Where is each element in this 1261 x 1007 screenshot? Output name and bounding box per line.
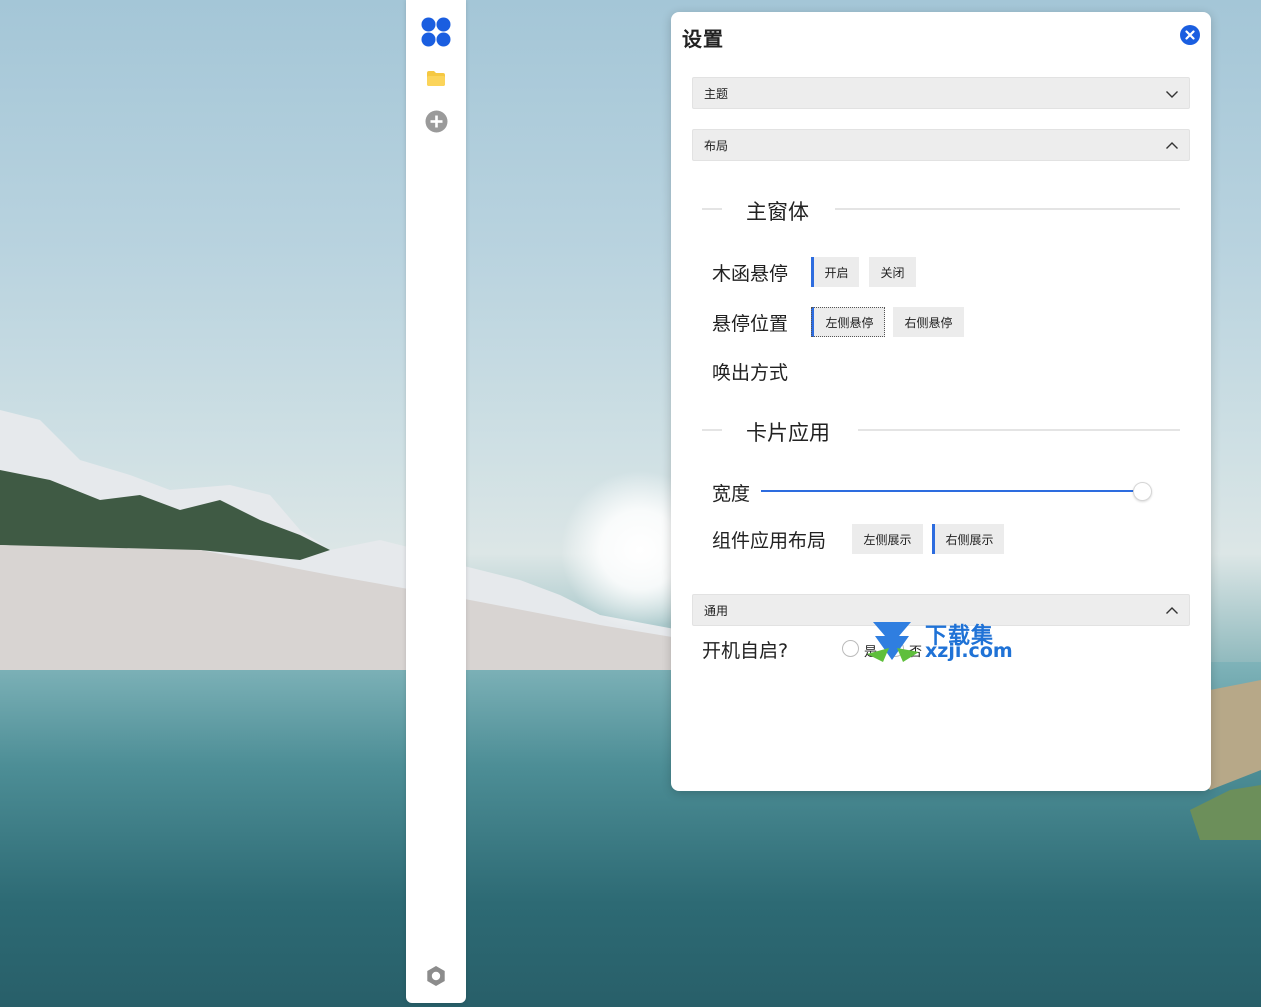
add-icon[interactable] [406, 108, 466, 134]
width-label: 宽度 [712, 483, 751, 505]
section-title-main-window: 主窗体 [746, 200, 809, 224]
hover-label: 木函悬停 [712, 263, 789, 285]
wallpaper-hills [0, 410, 720, 670]
close-icon [1185, 30, 1195, 40]
widget-right-button[interactable]: 右侧展示 [932, 524, 1004, 554]
widget-layout-label: 组件应用布局 [712, 530, 827, 552]
accordion-layout-label: 布局 [704, 138, 729, 153]
accordion-theme[interactable]: 主题 [692, 77, 1190, 109]
autostart-no-label[interactable]: 否 [909, 641, 922, 660]
page-title: 设置 [682, 27, 724, 51]
hover-position-label: 悬停位置 [712, 313, 789, 335]
section-title-card-apps: 卡片应用 [746, 421, 830, 445]
divider [702, 208, 722, 210]
settings-icon[interactable] [406, 963, 466, 989]
autostart-no-radio[interactable] [887, 640, 904, 657]
folder-icon[interactable] [406, 66, 466, 90]
divider [702, 429, 722, 431]
widget-left-button[interactable]: 左侧展示 [852, 524, 923, 554]
width-slider-track[interactable] [761, 490, 1143, 492]
close-button[interactable] [1180, 25, 1200, 45]
wake-method-label: 唤出方式 [712, 362, 789, 384]
accordion-theme-label: 主题 [704, 86, 729, 101]
accordion-layout[interactable]: 布局 [692, 129, 1190, 161]
hover-left-button[interactable]: 左侧悬停 [811, 307, 885, 337]
hover-right-button[interactable]: 右侧悬停 [893, 307, 964, 337]
chevron-up-icon [1166, 142, 1178, 149]
width-slider-thumb[interactable] [1133, 482, 1152, 501]
accordion-general[interactable]: 通用 [692, 594, 1190, 626]
hover-on-button[interactable]: 开启 [811, 257, 859, 287]
settings-panel: 设置 主题 布局 主窗体 木函悬停 开启 关闭 悬停位置 左侧悬停 右侧悬停 唤… [671, 12, 1211, 791]
chevron-down-icon [1166, 91, 1178, 98]
chevron-up-icon [1166, 607, 1178, 614]
autostart-label: 开机自启? [702, 640, 789, 662]
hover-off-button[interactable]: 关闭 [869, 257, 916, 287]
divider [858, 429, 1180, 431]
autostart-yes-radio[interactable] [842, 640, 859, 657]
divider [835, 208, 1180, 210]
side-dock [406, 0, 466, 1003]
accordion-general-label: 通用 [704, 603, 729, 618]
apps-grid-icon[interactable] [406, 14, 466, 50]
autostart-yes-label[interactable]: 是 [864, 641, 877, 660]
